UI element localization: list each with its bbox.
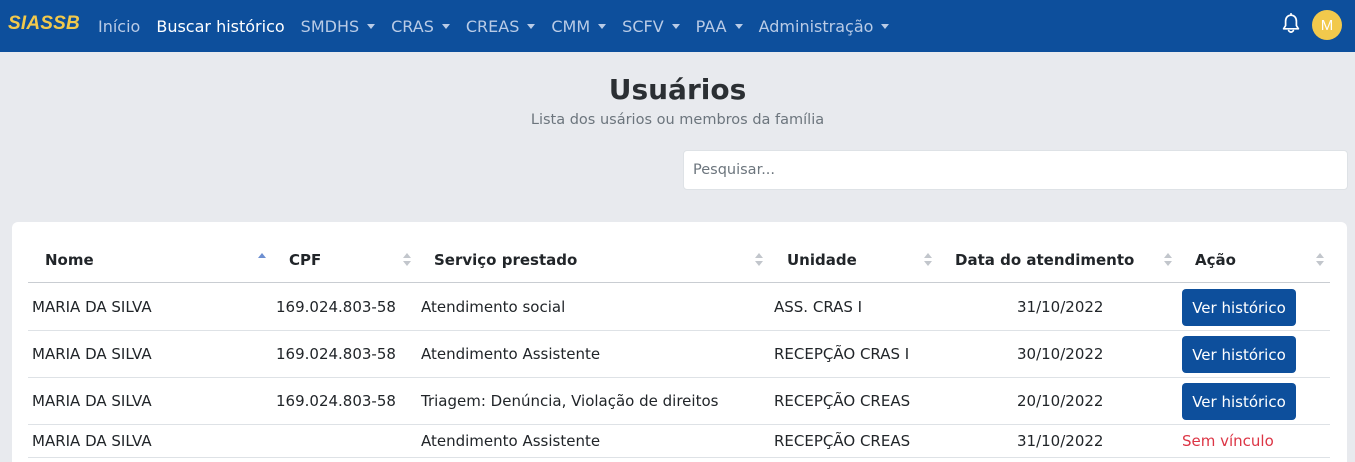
row-divider — [28, 330, 1330, 331]
cell-servico: Atendimento Assistente — [421, 432, 601, 450]
nav-item-label: CREAS — [465, 16, 520, 36]
top-navbar: SIASSB Início Buscar histórico SMDHS CRA… — [0, 0, 1355, 52]
row-divider — [28, 377, 1330, 378]
nav-item-inicio[interactable]: Início — [98, 17, 140, 36]
caret-down-icon — [441, 23, 450, 29]
sort-asc-icon[interactable] — [258, 253, 266, 267]
page-subtitle: Lista dos usários ou membros da família — [530, 112, 825, 128]
avatar[interactable]: M — [1312, 10, 1342, 40]
cell-servico: Triagem: Denúncia, Violação de direitos — [421, 392, 719, 410]
caret-down-icon — [734, 23, 743, 29]
sort-icon[interactable] — [755, 253, 763, 267]
cell-unidade: RECEPÇÃO CREAS — [774, 432, 911, 450]
cell-data: 20/10/2022 — [1017, 392, 1104, 410]
cell-servico: Atendimento Assistente — [421, 345, 601, 363]
column-header-acao[interactable]: Ação — [1195, 251, 1236, 269]
users-table-card — [12, 222, 1347, 462]
cell-unidade: RECEPÇÃO CRAS I — [774, 345, 910, 363]
row-divider — [28, 424, 1330, 425]
nav-item-cras[interactable]: CRAS — [391, 17, 450, 36]
column-header-cpf[interactable]: CPF — [289, 251, 321, 269]
nav-item-label: CRAS — [391, 16, 434, 36]
bell-icon[interactable] — [1281, 13, 1301, 35]
sem-vinculo-label: Sem vínculo — [1182, 432, 1274, 450]
cell-cpf: 169.024.803-58 — [276, 298, 396, 316]
column-header-data[interactable]: Data do atendimento — [955, 251, 1134, 269]
nav-item-label: Administração — [758, 16, 874, 36]
nav-item-scfv[interactable]: SCFV — [622, 16, 680, 36]
ver-historico-button[interactable]: Ver histórico — [1182, 383, 1296, 420]
ver-historico-button[interactable]: Ver histórico — [1182, 336, 1296, 373]
nav-item-buscar-historico[interactable]: Buscar histórico — [156, 17, 284, 36]
column-header-nome[interactable]: Nome — [45, 251, 94, 269]
nav-item-administracao[interactable]: Administração — [759, 17, 890, 36]
cell-cpf: 169.024.803-58 — [276, 392, 396, 410]
nav-item-label: PAA — [695, 16, 727, 36]
sort-icon[interactable] — [1316, 253, 1324, 267]
cell-nome: MARIA DA SILVA — [32, 432, 152, 450]
cell-unidade: ASS. CRAS I — [774, 298, 863, 316]
nav-item-creas[interactable]: CREAS — [466, 17, 536, 36]
nav-item-cmm[interactable]: CMM — [551, 16, 607, 36]
cell-data: 31/10/2022 — [1017, 298, 1104, 316]
cell-nome: MARIA DA SILVA — [32, 345, 152, 363]
cell-nome: MARIA DA SILVA — [32, 298, 152, 316]
cell-unidade: RECEPÇÃO CREAS — [774, 392, 911, 410]
caret-down-icon — [367, 23, 376, 29]
page-title: Usuários — [608, 73, 747, 106]
row-divider — [28, 457, 1330, 458]
sort-icon[interactable] — [403, 253, 411, 267]
cell-servico: Atendimento social — [421, 298, 566, 316]
main-nav: Início Buscar histórico SMDHS CRAS CREAS… — [98, 0, 905, 52]
table-header-divider — [28, 282, 1330, 283]
nav-item-label: Buscar histórico — [156, 16, 285, 36]
brand-logo[interactable]: SIASSB — [8, 13, 80, 35]
column-header-servico[interactable]: Serviço prestado — [434, 251, 577, 269]
cell-nome: MARIA DA SILVA — [32, 392, 152, 410]
nav-item-label: Início — [98, 16, 141, 36]
caret-down-icon — [527, 23, 536, 29]
caret-down-icon — [671, 23, 680, 29]
sort-icon[interactable] — [1164, 253, 1172, 267]
caret-down-icon — [598, 23, 607, 29]
nav-item-smdhs[interactable]: SMDHS — [300, 16, 376, 36]
cell-cpf: 169.024.803-58 — [276, 345, 396, 363]
caret-down-icon — [881, 23, 890, 29]
column-header-unidade[interactable]: Unidade — [787, 251, 857, 269]
nav-item-label: SMDHS — [300, 16, 360, 36]
nav-item-paa[interactable]: PAA — [696, 17, 743, 36]
ver-historico-button[interactable]: Ver histórico — [1182, 289, 1296, 326]
nav-item-label: SCFV — [622, 16, 664, 36]
search-input[interactable] — [683, 150, 1348, 190]
cell-data: 31/10/2022 — [1017, 432, 1104, 450]
sort-icon[interactable] — [924, 253, 932, 267]
nav-item-label: CMM — [551, 16, 591, 36]
cell-data: 30/10/2022 — [1017, 345, 1104, 363]
